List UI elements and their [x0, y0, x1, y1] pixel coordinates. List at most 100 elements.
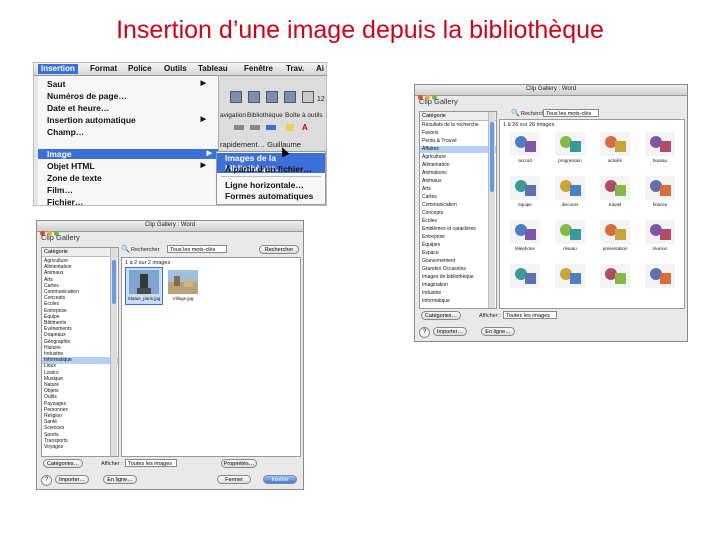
thumbnail[interactable]: réseau [551, 217, 589, 255]
help-icon[interactable]: ? [41, 475, 52, 486]
thumbnail[interactable]: téléphone [506, 217, 544, 255]
category-item[interactable]: Écoles [422, 218, 437, 225]
menu-item-movie[interactable]: Film… [47, 185, 212, 195]
columns-icon[interactable] [248, 91, 260, 103]
category-scrollbar[interactable] [488, 112, 495, 308]
thumbnail[interactable]: bureau [641, 129, 679, 167]
thumbnail[interactable]: équipe [506, 173, 544, 211]
category-item[interactable]: Arts [422, 186, 431, 193]
menu-fenetre[interactable]: Fenêtre [244, 64, 273, 74]
menu-item-date-time[interactable]: Date et heure… [47, 103, 212, 113]
category-item[interactable]: Équipes [422, 242, 440, 249]
table-icon[interactable] [230, 91, 242, 103]
highlight-icon[interactable] [286, 124, 294, 131]
category-item[interactable]: Animaux [422, 178, 441, 185]
menu-item-page-numbers[interactable]: Numéros de page… [47, 91, 212, 101]
thumbnail[interactable]: finance [641, 173, 679, 211]
search-dropdown[interactable]: Tous les mots-clés [543, 109, 599, 117]
help-icon[interactable]: ? [419, 327, 430, 338]
show-dropdown[interactable]: Toutes les images [503, 311, 557, 319]
category-item[interactable]: Imagination [422, 282, 448, 289]
list-icon[interactable] [250, 125, 260, 130]
scroll-thumb[interactable] [112, 260, 116, 304]
scroll-thumb[interactable] [490, 122, 494, 192]
menu-ai[interactable]: Ai [316, 64, 324, 74]
category-item[interactable]: Alimentation [422, 162, 450, 169]
menu-item-saut[interactable]: Saut ▶ [47, 79, 212, 89]
menu-item-label: Zone de texte [47, 173, 102, 183]
online-button[interactable]: En ligne… [481, 327, 515, 336]
submenu-item-from-file[interactable]: À partir d’un fichier… [225, 164, 312, 174]
category-item[interactable]: Communication [422, 202, 457, 209]
drawing-icon[interactable] [266, 91, 278, 103]
thumbnail[interactable]: activité [596, 129, 634, 167]
category-item[interactable]: Animations [422, 170, 447, 177]
category-item[interactable]: Affaires [420, 146, 496, 153]
close-button[interactable]: Fermer [217, 475, 251, 484]
thumbnail-caption: discours [561, 202, 579, 207]
category-item[interactable]: Industrie [422, 290, 441, 297]
clipart-image [510, 176, 540, 200]
search-button[interactable]: Rechercher [259, 245, 299, 254]
menu-item-autotext[interactable]: Insertion automatique ▶ [47, 115, 212, 125]
bullet-icon[interactable] [266, 125, 276, 130]
show-dropdown[interactable]: Toutes les images [125, 459, 177, 467]
thumbnail[interactable]: travail [596, 173, 634, 211]
menu-insertion[interactable]: Insertion [38, 64, 78, 74]
category-item[interactable]: Espace [422, 250, 439, 257]
category-scrollbar[interactable] [110, 248, 117, 456]
menu-item-field[interactable]: Champ… [47, 127, 212, 137]
category-item[interactable]: Perdu & Trouvé [422, 138, 457, 145]
menu-item-file[interactable]: Fichier… [47, 197, 212, 205]
search-dropdown[interactable]: Tous les mots-clés [167, 245, 227, 253]
category-item[interactable]: Voyages [44, 444, 63, 451]
thumbnail[interactable]: réunion [641, 217, 679, 255]
menu-item-html-object[interactable]: Objet HTML ▶ [47, 161, 212, 171]
category-item[interactable]: Informatique [422, 298, 450, 305]
import-button[interactable]: Importer… [433, 327, 467, 336]
thumbnail[interactable]: présentation [596, 217, 634, 255]
zoom-icon[interactable] [302, 91, 314, 103]
thumbnail[interactable] [641, 261, 679, 299]
clipart-image [510, 264, 540, 288]
online-button[interactable]: En ligne… [103, 475, 137, 484]
category-item[interactable]: Agriculture [422, 154, 446, 161]
thumbnail[interactable]: discours [551, 173, 589, 211]
toolbar-label-toolbox: Boîte à outils [285, 112, 323, 119]
menu-item-image[interactable]: Image ▶ [38, 149, 218, 159]
category-item[interactable]: Emblèmes et caractères [422, 226, 476, 233]
thumbnail[interactable] [551, 261, 589, 299]
menu-tableau[interactable]: Tableau [198, 64, 228, 74]
import-button[interactable]: Importer… [55, 475, 89, 484]
category-item[interactable]: Images de bibliothèque [422, 274, 474, 281]
category-item[interactable]: Entreprise [422, 234, 445, 241]
menu-outils[interactable]: Outils [164, 64, 187, 74]
insert-button[interactable]: Insérer [263, 475, 297, 484]
align-icon[interactable] [234, 125, 244, 130]
properties-button[interactable]: Propriétés… [221, 459, 257, 468]
category-item[interactable]: Favoris [422, 130, 438, 137]
gallery-icon[interactable] [284, 91, 296, 103]
clipart-image [555, 264, 585, 288]
menu-trav[interactable]: Trav. [286, 64, 304, 74]
category-item[interactable]: Concepts [422, 210, 443, 217]
font-color-icon[interactable]: A [302, 123, 308, 132]
submenu-item-autoshapes[interactable]: Formes automatiques [225, 191, 313, 201]
thumbnail[interactable]: progression [551, 129, 589, 167]
menu-police[interactable]: Police [128, 64, 152, 74]
category-item[interactable]: Grandes Occasions [422, 266, 466, 273]
menu-item-text-box[interactable]: Zone de texte [47, 173, 212, 183]
thumbnail[interactable] [506, 261, 544, 299]
menu-format[interactable]: Format [90, 64, 117, 74]
categories-button[interactable]: Catégories… [43, 459, 83, 468]
menu-item-label: Saut [47, 79, 66, 89]
category-item[interactable]: Gouvernement [422, 258, 455, 265]
submenu-item-horizontal-line[interactable]: Ligne horizontale… [225, 180, 304, 190]
categories-button[interactable]: Catégories… [421, 311, 461, 320]
thumbnail[interactable]: Village.jpg [164, 267, 202, 305]
category-item[interactable]: Cartes [422, 194, 437, 201]
thumbnail[interactable]: accord [506, 129, 544, 167]
category-item[interactable]: Résultats de la recherche [422, 122, 479, 129]
thumbnail[interactable]: Statue_paris.jpg [125, 267, 163, 305]
thumbnail[interactable] [596, 261, 634, 299]
